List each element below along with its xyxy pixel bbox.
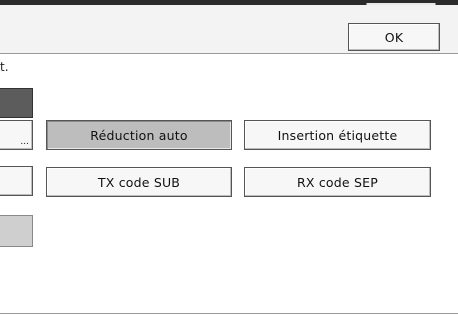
tx-code-sub-button[interactable]: TX code SUB bbox=[46, 167, 232, 197]
bottom-divider bbox=[0, 313, 458, 314]
left-selected-button-partial[interactable] bbox=[0, 88, 33, 118]
header-bar: OK bbox=[0, 5, 458, 54]
left-disabled-button-partial bbox=[0, 215, 33, 247]
insertion-etiquette-button[interactable]: Insertion étiquette bbox=[244, 120, 431, 150]
rx-code-sep-button[interactable]: RX code SEP bbox=[244, 167, 431, 197]
left-more-button-partial[interactable]: ... bbox=[0, 120, 33, 150]
ellipsis-label: ... bbox=[20, 137, 29, 147]
reduction-auto-button[interactable]: Réduction auto bbox=[46, 120, 232, 150]
left-button-partial[interactable] bbox=[0, 166, 33, 196]
status-text: t. bbox=[0, 60, 9, 74]
ok-button[interactable]: OK bbox=[348, 23, 440, 51]
